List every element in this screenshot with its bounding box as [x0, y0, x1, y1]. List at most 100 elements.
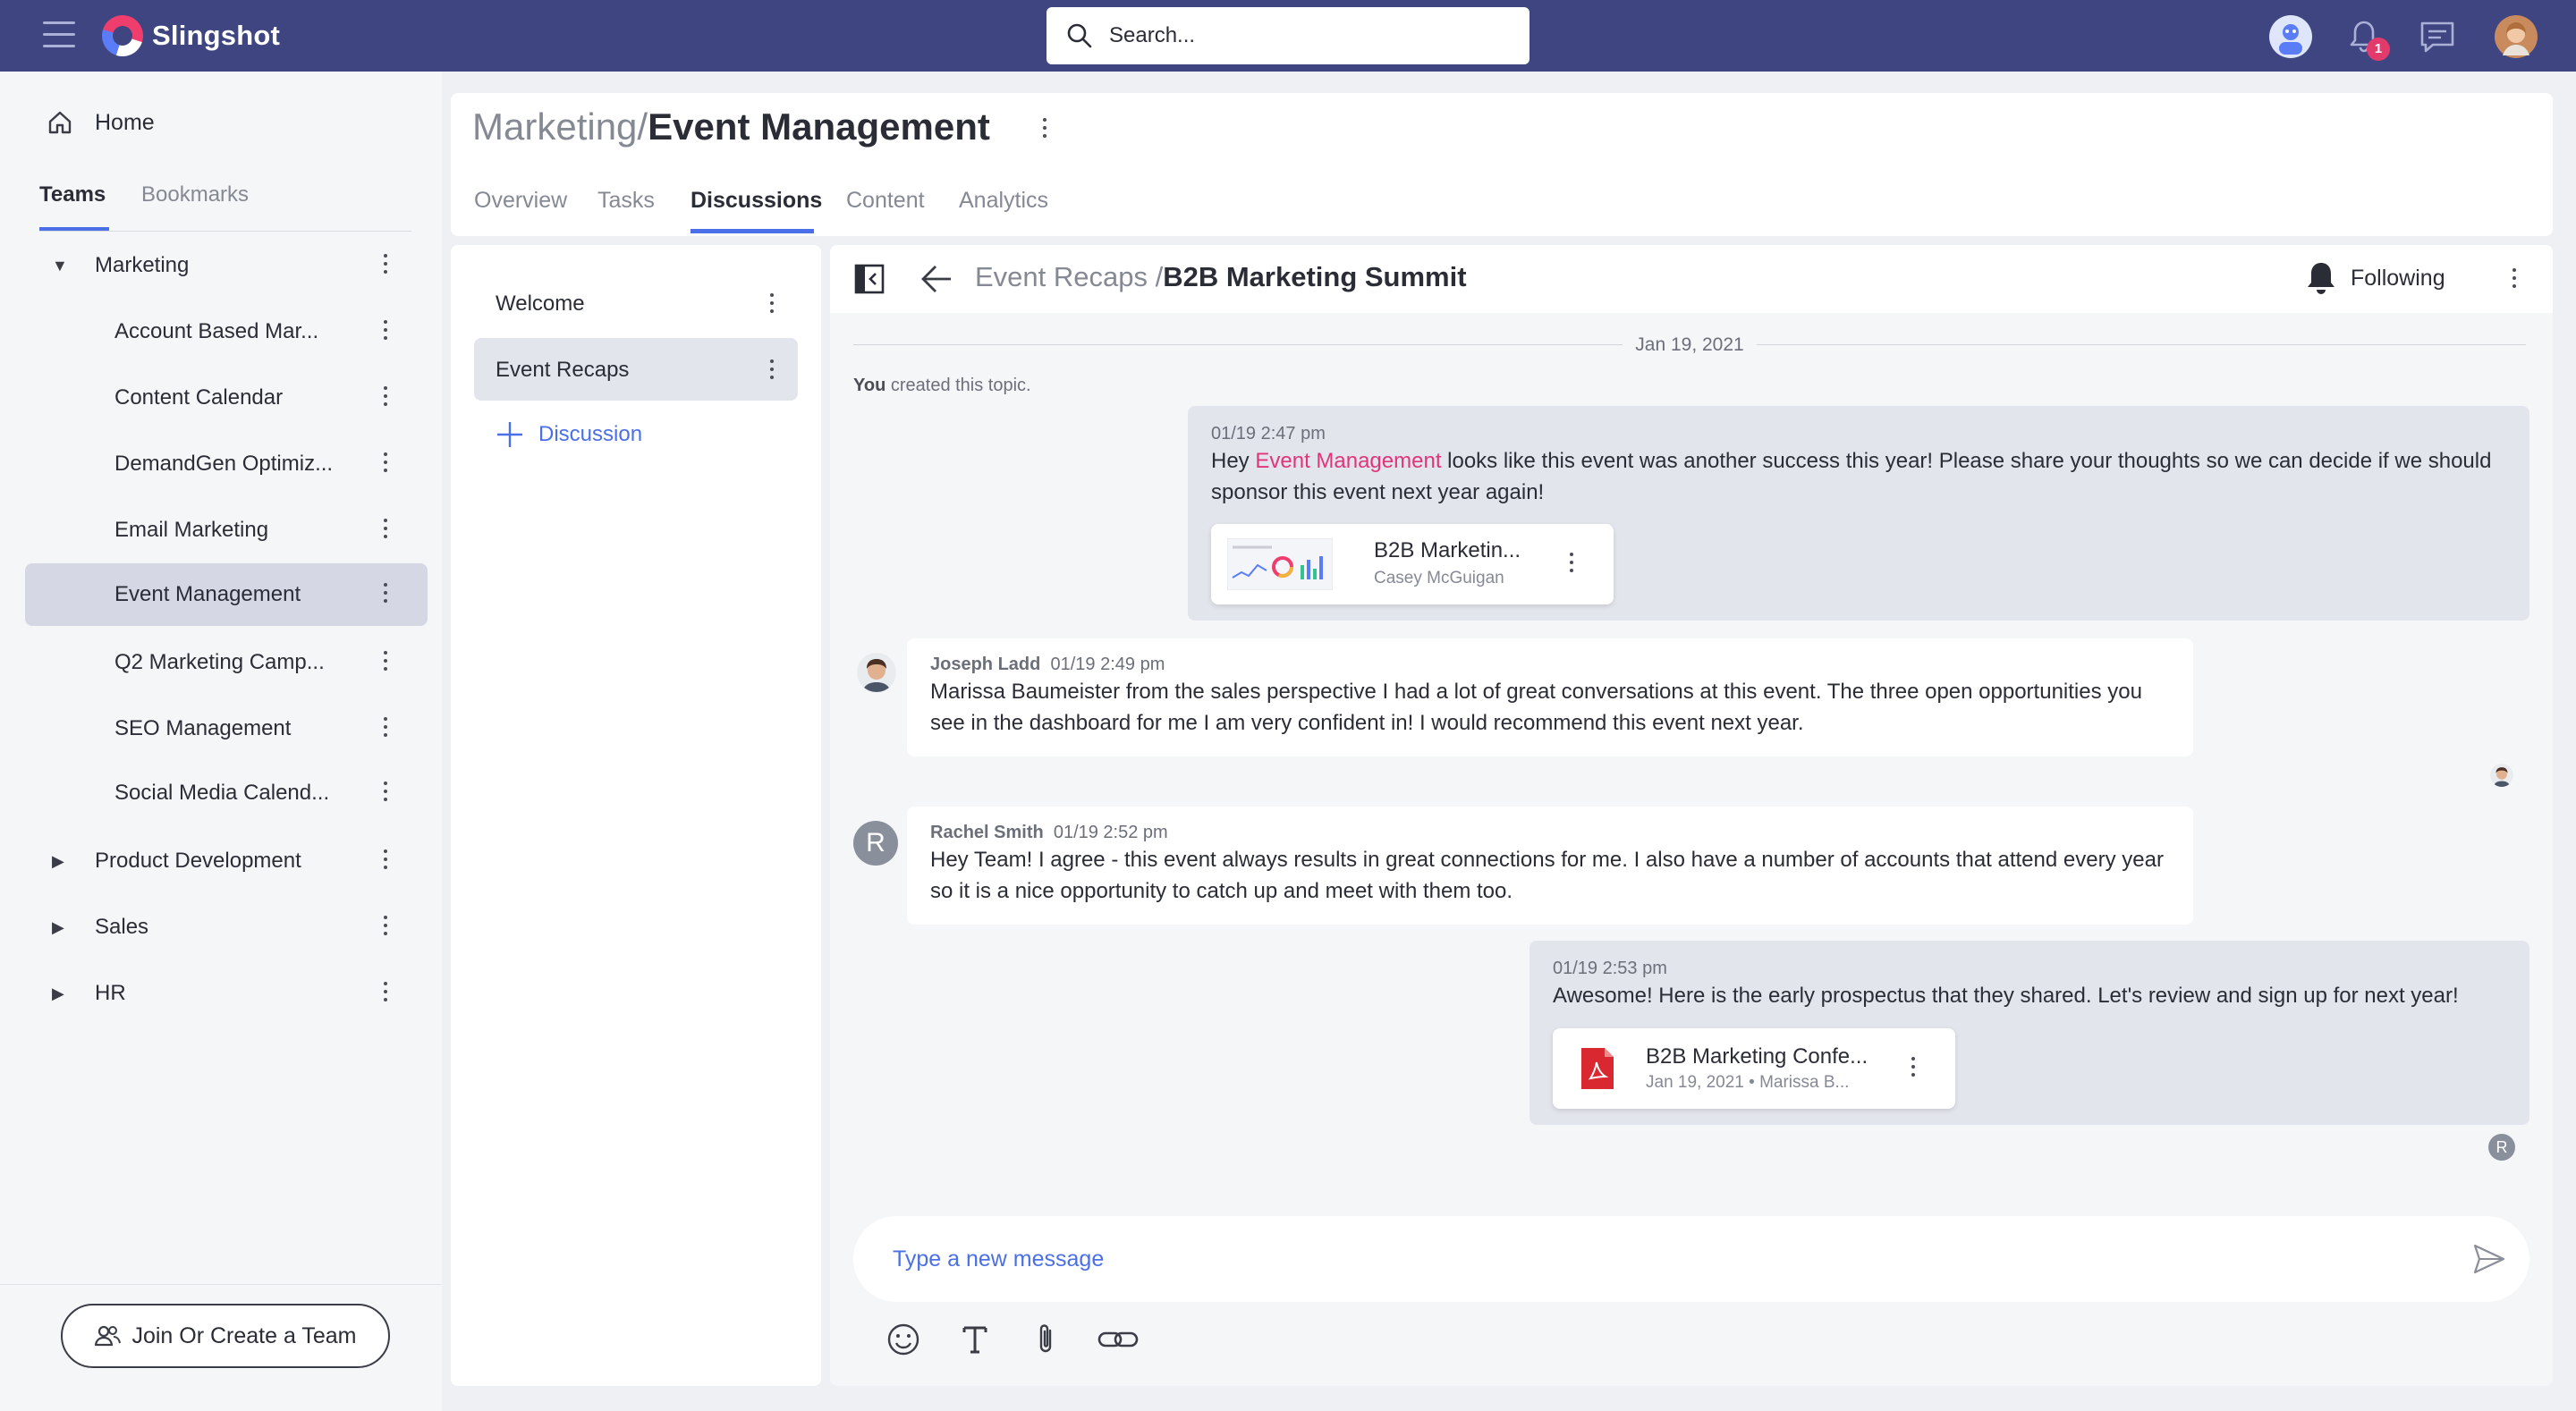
- team-account-based-marketing[interactable]: Account Based Mar...: [25, 300, 428, 363]
- topics-panel: Welcome Event Recaps Discussion: [451, 245, 821, 1386]
- more-options-icon[interactable]: [383, 982, 388, 1005]
- top-bar: Slingshot 1: [0, 0, 2576, 72]
- system-note-actor: You: [853, 376, 886, 395]
- more-options-icon[interactable]: [383, 916, 388, 939]
- attachment-more-options-icon[interactable]: [1569, 553, 1574, 576]
- back-arrow-icon[interactable]: [919, 263, 953, 295]
- team-label: Account Based Mar...: [114, 319, 319, 343]
- rachel-avatar[interactable]: R: [853, 821, 898, 866]
- team-seo-management[interactable]: SEO Management: [25, 697, 428, 760]
- team-email-marketing[interactable]: Email Marketing: [25, 499, 428, 562]
- caret-down-icon[interactable]: ▼: [52, 257, 68, 275]
- people-icon: [95, 1325, 122, 1347]
- tab-overview[interactable]: Overview: [474, 188, 567, 214]
- text-format-icon[interactable]: [957, 1322, 993, 1357]
- more-options-icon[interactable]: [769, 359, 775, 383]
- send-icon[interactable]: [2472, 1243, 2506, 1275]
- tab-content[interactable]: Content: [846, 188, 925, 214]
- more-options-icon[interactable]: [383, 583, 388, 606]
- user-avatar[interactable]: [2494, 14, 2538, 59]
- message-text: Hey Team! I agree - this event always re…: [930, 848, 2164, 903]
- tab-teams[interactable]: Teams: [39, 182, 106, 207]
- dashboard-thumbnail-icon: [1227, 538, 1333, 590]
- conversation-topic: B2B Marketing Summit: [1163, 261, 1467, 292]
- assistant-avatar-icon[interactable]: [2268, 14, 2313, 59]
- date-separator: Jan 19, 2021: [853, 331, 2526, 358]
- joseph-avatar[interactable]: [857, 653, 896, 692]
- attachment-card[interactable]: B2B Marketin... Casey McGuigan: [1211, 524, 1614, 604]
- conversation-more-options-icon[interactable]: [2512, 268, 2517, 291]
- team-sales[interactable]: ▶ Sales: [25, 896, 428, 959]
- message-author[interactable]: Rachel Smith: [930, 823, 1044, 842]
- message-text: Marissa Baumeister from the sales perspe…: [930, 680, 2142, 735]
- plus-icon: [497, 422, 522, 447]
- app-logo[interactable]: Slingshot: [102, 14, 280, 57]
- topic-event-recaps[interactable]: Event Recaps: [474, 338, 798, 401]
- team-demandgen[interactable]: DemandGen Optimiz...: [25, 433, 428, 495]
- more-options-icon[interactable]: [383, 717, 388, 740]
- attachment-meta: Jan 19, 2021 • Marissa B...: [1646, 1073, 1850, 1092]
- messages-icon[interactable]: [2415, 14, 2460, 59]
- message-own[interactable]: 01/19 2:53 pm Awesome! Here is the early…: [1530, 941, 2529, 1125]
- conversation-header: Event Recaps /B2B Marketing Summit Follo…: [830, 245, 2553, 313]
- search-icon: [1067, 23, 1092, 48]
- team-social-media[interactable]: Social Media Calend...: [25, 762, 428, 824]
- home-link[interactable]: Home: [47, 109, 155, 136]
- active-tab-indicator: [39, 227, 109, 231]
- join-or-create-team-button[interactable]: Join Or Create a Team: [61, 1304, 390, 1368]
- more-options-icon[interactable]: [383, 386, 388, 410]
- caret-right-icon[interactable]: ▶: [52, 918, 64, 937]
- caret-right-icon[interactable]: ▶: [52, 852, 64, 871]
- team-marketing[interactable]: ▼ Marketing: [25, 234, 428, 297]
- message-author[interactable]: Joseph Ladd: [930, 655, 1040, 674]
- more-options-icon[interactable]: [383, 452, 388, 476]
- more-options-icon[interactable]: [769, 293, 775, 317]
- tab-tasks[interactable]: Tasks: [597, 188, 655, 214]
- page-more-options-icon[interactable]: [1041, 118, 1048, 145]
- team-event-management[interactable]: Event Management: [25, 563, 428, 626]
- conversation-title: Event Recaps /B2B Marketing Summit: [975, 261, 1467, 293]
- search-input[interactable]: [1109, 23, 1494, 48]
- more-options-icon[interactable]: [383, 320, 388, 343]
- attachment-paperclip-icon[interactable]: [1029, 1322, 1064, 1357]
- more-options-icon[interactable]: [383, 254, 388, 277]
- tab-discussions[interactable]: Discussions: [691, 188, 822, 214]
- team-label: Product Development: [95, 849, 301, 873]
- caret-right-icon[interactable]: ▶: [52, 984, 64, 1003]
- team-content-calendar[interactable]: Content Calendar: [25, 367, 428, 429]
- more-options-icon[interactable]: [383, 849, 388, 873]
- link-icon[interactable]: [1097, 1322, 1140, 1357]
- more-options-icon[interactable]: [383, 519, 388, 542]
- breadcrumb-parent[interactable]: Marketing: [472, 106, 637, 148]
- message-composer[interactable]: [853, 1216, 2529, 1302]
- mention-link[interactable]: Event Management: [1255, 449, 1441, 473]
- add-discussion-button[interactable]: Discussion: [496, 420, 642, 449]
- team-q2-marketing[interactable]: Q2 Marketing Camp...: [25, 631, 428, 694]
- more-options-icon[interactable]: [383, 651, 388, 674]
- topic-welcome[interactable]: Welcome: [474, 272, 798, 334]
- message-own[interactable]: 01/19 2:47 pm Hey Event Management looks…: [1188, 406, 2529, 621]
- menu-icon[interactable]: [43, 21, 75, 48]
- team-hr[interactable]: ▶ HR: [25, 962, 428, 1025]
- team-label: DemandGen Optimiz...: [114, 452, 334, 476]
- more-options-icon[interactable]: [383, 782, 388, 805]
- message-timestamp: 01/19 2:53 pm: [1553, 959, 1667, 978]
- add-discussion-label: Discussion: [538, 422, 643, 446]
- team-label: HR: [95, 981, 126, 1005]
- attachment-more-options-icon[interactable]: [1911, 1057, 1916, 1080]
- emoji-icon[interactable]: [886, 1322, 921, 1357]
- message-input[interactable]: [893, 1241, 2413, 1277]
- left-sidebar: Home Teams Bookmarks ▼ Marketing Account…: [0, 72, 442, 1411]
- notifications-bell-icon[interactable]: 1: [2342, 14, 2390, 61]
- attachment-card[interactable]: B2B Marketing Confe... Jan 19, 2021 • Ma…: [1553, 1028, 1955, 1109]
- search-box[interactable]: [1046, 7, 1530, 64]
- tab-bookmarks[interactable]: Bookmarks: [141, 182, 249, 207]
- team-product-development[interactable]: ▶ Product Development: [25, 830, 428, 892]
- conversation-parent[interactable]: Event Recaps /: [975, 261, 1163, 292]
- tab-analytics[interactable]: Analytics: [959, 188, 1048, 214]
- message-joseph[interactable]: Joseph Ladd 01/19 2:49 pm Marissa Baumei…: [907, 638, 2193, 756]
- message-rachel[interactable]: Rachel Smith 01/19 2:52 pm Hey Team! I a…: [907, 807, 2193, 925]
- collapse-panel-icon[interactable]: [853, 263, 886, 295]
- following-toggle[interactable]: Following: [2306, 261, 2445, 295]
- system-note: You created this topic.: [853, 376, 1031, 396]
